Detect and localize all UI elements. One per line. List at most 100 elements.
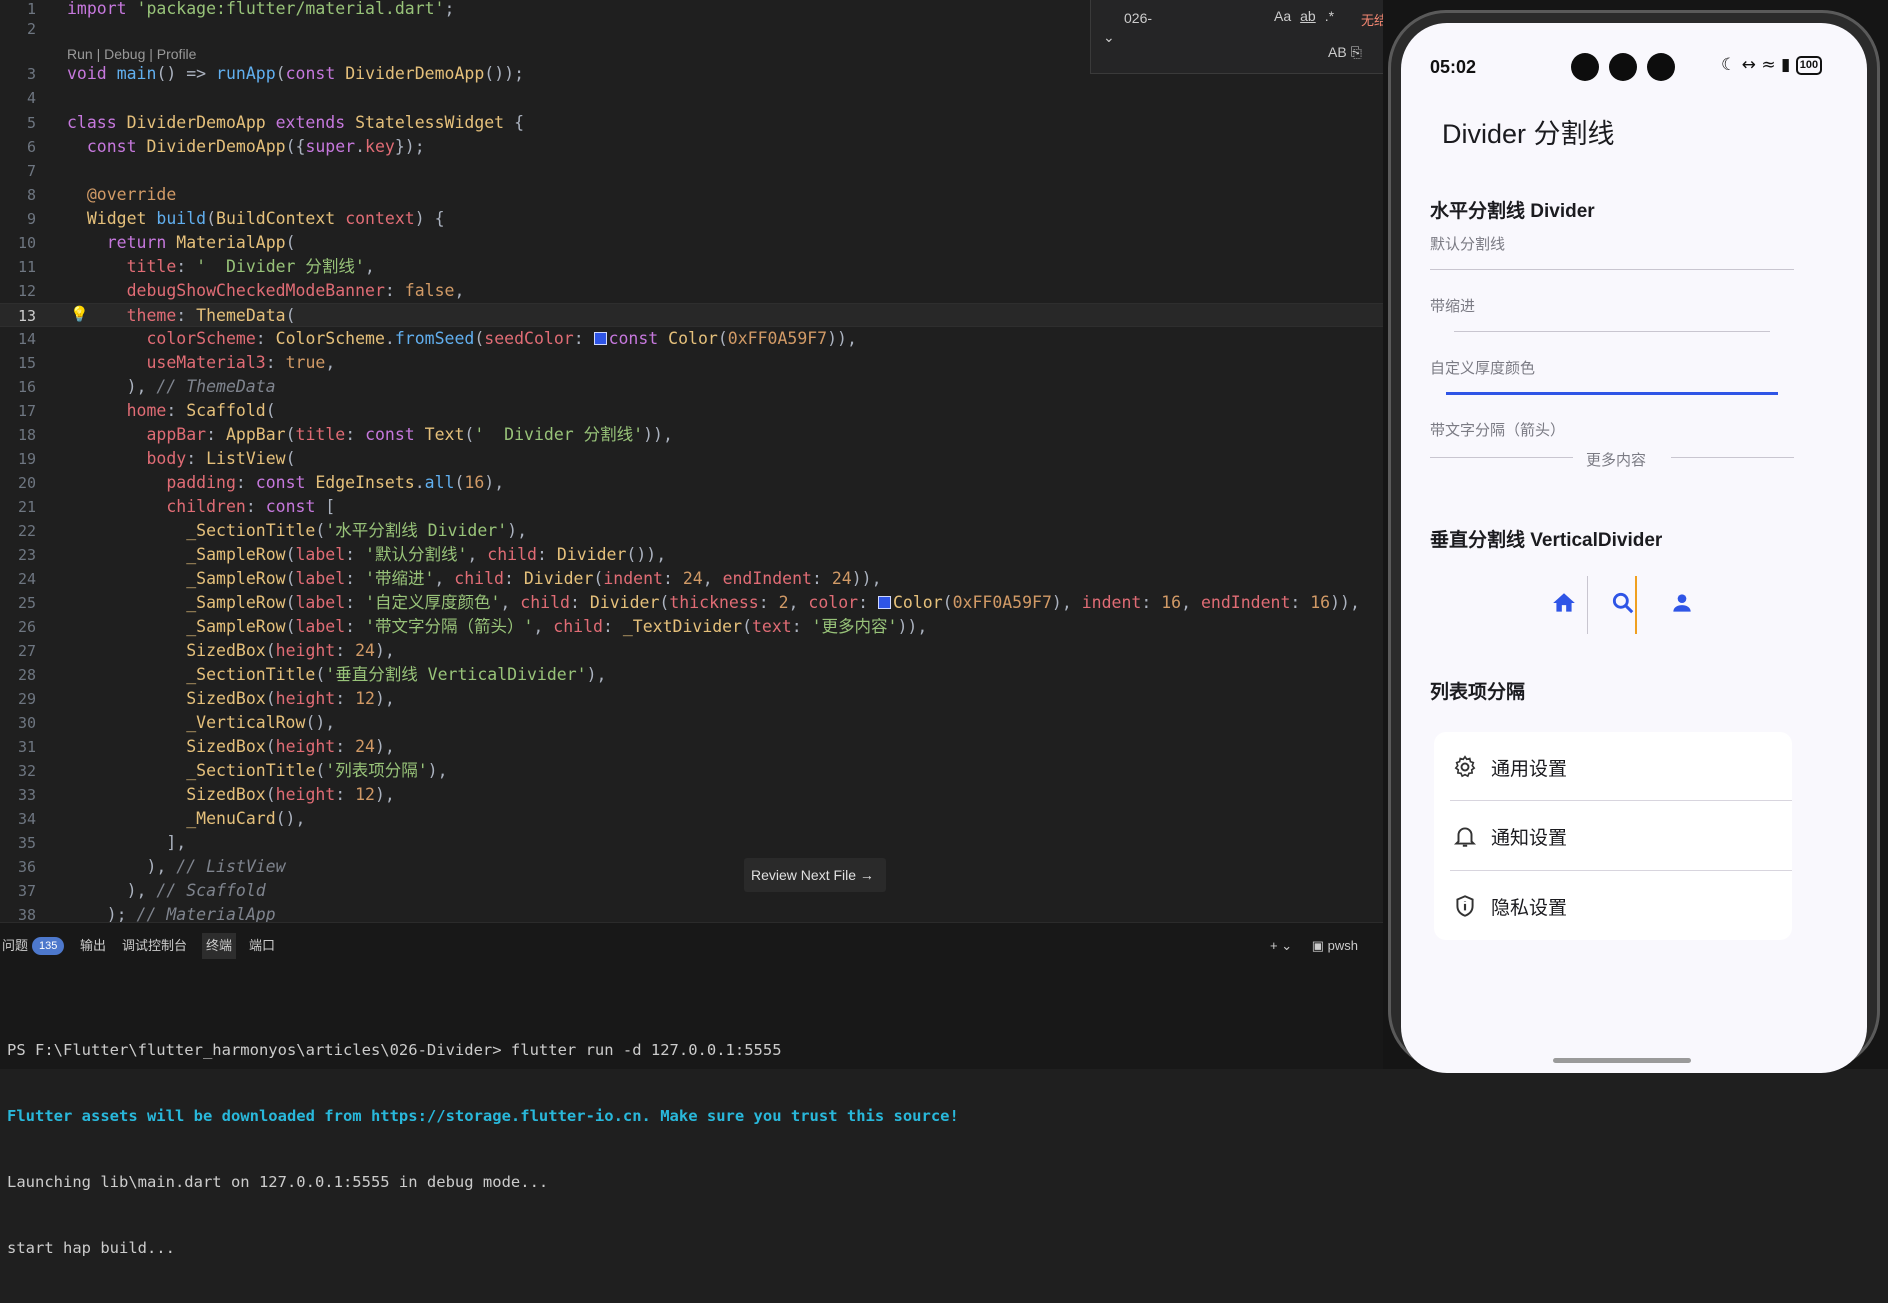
code-line-current[interactable]: 13 theme: ThemeData( — [0, 303, 1385, 327]
tab-output[interactable]: 输出 — [80, 933, 106, 959]
code-line[interactable]: 14 colorScheme: ColorScheme.fromSeed(see… — [0, 327, 1385, 351]
text-divider-label: 更多内容 — [1586, 452, 1647, 469]
code-line[interactable]: 33 SizedBox(height: 12), — [0, 783, 1385, 807]
review-next-file-button[interactable]: Review Next File → — [744, 858, 886, 892]
menu-item-general[interactable]: 通用设置 — [1434, 732, 1792, 800]
tab-problems[interactable]: 问题 — [2, 933, 28, 959]
tab-ports[interactable]: 端口 — [249, 933, 275, 959]
tab-debug-console[interactable]: 调试控制台 — [122, 933, 187, 959]
code-line[interactable]: 36 ), // ListView — [0, 855, 1385, 879]
bell-icon — [1452, 823, 1478, 849]
label-default-divider: 默认分割线 — [1430, 236, 1506, 253]
vertical-divider-colored — [1635, 576, 1637, 634]
divider-indent — [1454, 331, 1770, 332]
code-line[interactable]: 16 ), // ThemeData — [0, 375, 1385, 399]
code-line[interactable]: 10 return MaterialApp( — [0, 231, 1385, 255]
menu-item-label: 隐私设置 — [1491, 898, 1568, 919]
replace-icon: ⎘ — [1350, 44, 1362, 60]
code-line[interactable]: 31 SizedBox(height: 24), — [0, 735, 1385, 759]
chevron-down-icon[interactable]: ⌄ — [1103, 30, 1115, 46]
bottom-panel: 问题 135 输出 调试控制台 终端 端口 + ⌄ ▣ pwsh PS F:\F… — [0, 922, 1385, 1257]
phone-frame: 05:02 ☾ ↔ ≈ ▮ 100 Divider 分割线 水平分割线 Divi… — [1388, 10, 1880, 1073]
code-line[interactable]: 22 _SectionTitle('水平分割线 Divider'), — [0, 519, 1385, 543]
camera-icon — [1571, 53, 1599, 81]
code-line[interactable]: 12 debugShowCheckedModeBanner: false, — [0, 279, 1385, 303]
code-line[interactable]: 23 _SampleRow(label: '默认分割线', child: Div… — [0, 543, 1385, 567]
code-line[interactable]: 9 Widget build(BuildContext context) { — [0, 207, 1385, 231]
divider-text-right — [1671, 457, 1794, 458]
color-swatch-icon[interactable] — [593, 332, 607, 345]
codelens-run-debug-profile[interactable]: Run | Debug | Profile — [67, 46, 196, 62]
gear-icon — [1452, 754, 1478, 780]
battery-icon: 100 — [1795, 56, 1823, 75]
terminal-icon[interactable]: ▣ — [1312, 938, 1324, 953]
code-line[interactable]: 6 const DividerDemoApp({super.key}); — [0, 135, 1385, 159]
code-line[interactable]: 19 body: ListView( — [0, 447, 1385, 471]
camera-icon — [1647, 53, 1675, 81]
code-line[interactable]: 8 @override — [0, 183, 1385, 207]
code-line[interactable]: 29 SizedBox(height: 12), — [0, 687, 1385, 711]
problems-count-badge: 135 — [32, 937, 65, 955]
label-custom-divider: 自定义厚度颜色 — [1430, 360, 1536, 377]
shell-name[interactable]: pwsh — [1328, 938, 1358, 953]
code-line[interactable]: 5 class DividerDemoApp extends StatelessW… — [0, 111, 1385, 135]
label-text-divider: 带文字分隔（箭头） — [1430, 422, 1566, 439]
search-icon[interactable] — [1608, 590, 1638, 620]
menu-item-label: 通知设置 — [1491, 828, 1568, 849]
code-line[interactable]: 38 ); // MaterialApp — [0, 903, 1385, 922]
find-widget[interactable]: ⌄ 026- Aaab .* 无结果 AB ⎘ — [1090, 0, 1385, 74]
terminal-output[interactable]: PS F:\Flutter\flutter_harmonyos\articles… — [7, 995, 959, 1303]
code-line[interactable]: 34 _MenuCard(), — [0, 807, 1385, 831]
code-line[interactable]: 25 _SampleRow(label: '自定义厚度颜色', child: D… — [0, 591, 1385, 615]
terminal-line: Flutter assets will be downloaded from h… — [7, 1107, 959, 1125]
lightbulb-icon[interactable]: 💡 — [70, 305, 89, 323]
code-line[interactable]: 24 _SampleRow(label: '带缩进', child: Divid… — [0, 567, 1385, 591]
person-icon[interactable] — [1667, 590, 1697, 620]
code-line[interactable]: 35 ], — [0, 831, 1385, 855]
code-line[interactable]: 4 — [0, 86, 1385, 110]
code-line[interactable]: 30 _VerticalRow(), — [0, 711, 1385, 735]
code-line[interactable]: 27 SizedBox(height: 24), — [0, 639, 1385, 663]
divider-default — [1430, 269, 1794, 270]
code-line[interactable]: 18 appBar: AppBar(title: const Text(' Di… — [0, 423, 1385, 447]
code-line[interactable]: 17 home: Scaffold( — [0, 399, 1385, 423]
home-indicator[interactable] — [1553, 1058, 1691, 1063]
no-results-label: 无结果 — [1361, 14, 1385, 29]
menu-item-label: 通用设置 — [1491, 759, 1568, 780]
code-line[interactable]: 11 title: ' Divider 分割线', — [0, 255, 1385, 279]
terminal-line: PS F:\Flutter\flutter_harmonyos\articles… — [7, 1041, 782, 1059]
code-line[interactable]: 28 _SectionTitle('垂直分割线 VerticalDivider'… — [0, 663, 1385, 687]
moon-icon: ☾ — [1721, 55, 1737, 75]
signal-icon: ▮ — [1780, 55, 1791, 75]
code-line[interactable]: 7 — [0, 159, 1385, 183]
code-line[interactable]: 32 _SectionTitle('列表项分隔'), — [0, 759, 1385, 783]
divider-custom-thick — [1446, 392, 1778, 395]
app-bar-title: Divider 分割线 — [1442, 119, 1615, 149]
code-line[interactable]: 21 children: const [ — [0, 495, 1385, 519]
new-terminal-icon[interactable]: + ⌄ — [1270, 938, 1292, 953]
regex-toggle[interactable]: .* — [1325, 8, 1334, 24]
phone-screen[interactable]: 05:02 ☾ ↔ ≈ ▮ 100 Divider 分割线 水平分割线 Divi… — [1401, 23, 1867, 1073]
code-editor[interactable]: Run | Debug | Profile 1 import 'package:f… — [0, 0, 1385, 922]
wifi-icon: ≈ — [1761, 55, 1776, 75]
tab-terminal[interactable]: 终端 — [202, 933, 237, 959]
code-line[interactable]: 37 ), // Scaffold — [0, 879, 1385, 903]
menu-item-privacy[interactable]: 隐私设置 — [1434, 871, 1792, 939]
color-swatch-icon[interactable] — [877, 596, 891, 609]
code-line[interactable]: 26 _SampleRow(label: '带文字分隔（箭头）', child:… — [0, 615, 1385, 639]
vertical-divider — [1587, 576, 1588, 634]
match-case-toggle[interactable]: Aa — [1274, 8, 1291, 24]
find-input[interactable]: 026- — [1124, 10, 1152, 26]
menu-item-notifications[interactable]: 通知设置 — [1434, 801, 1792, 869]
find-options: Aa ab .* — [1274, 8, 1343, 24]
data-arrows-icon: ↔ — [1741, 55, 1756, 75]
arrow-right-icon: → — [859, 867, 874, 883]
menu-card: 通用设置 通知设置 隐私设置 — [1434, 732, 1792, 940]
code-line[interactable]: 15 useMaterial3: true, — [0, 351, 1385, 375]
home-icon[interactable] — [1549, 590, 1579, 620]
preserve-case-toggle[interactable]: AB ⎘ — [1328, 44, 1362, 61]
shield-icon — [1452, 893, 1478, 919]
code-line[interactable]: 20 padding: const EdgeInsets.all(16), — [0, 471, 1385, 495]
whole-word-toggle[interactable]: ab — [1300, 8, 1316, 24]
divider-text-left — [1430, 457, 1573, 458]
